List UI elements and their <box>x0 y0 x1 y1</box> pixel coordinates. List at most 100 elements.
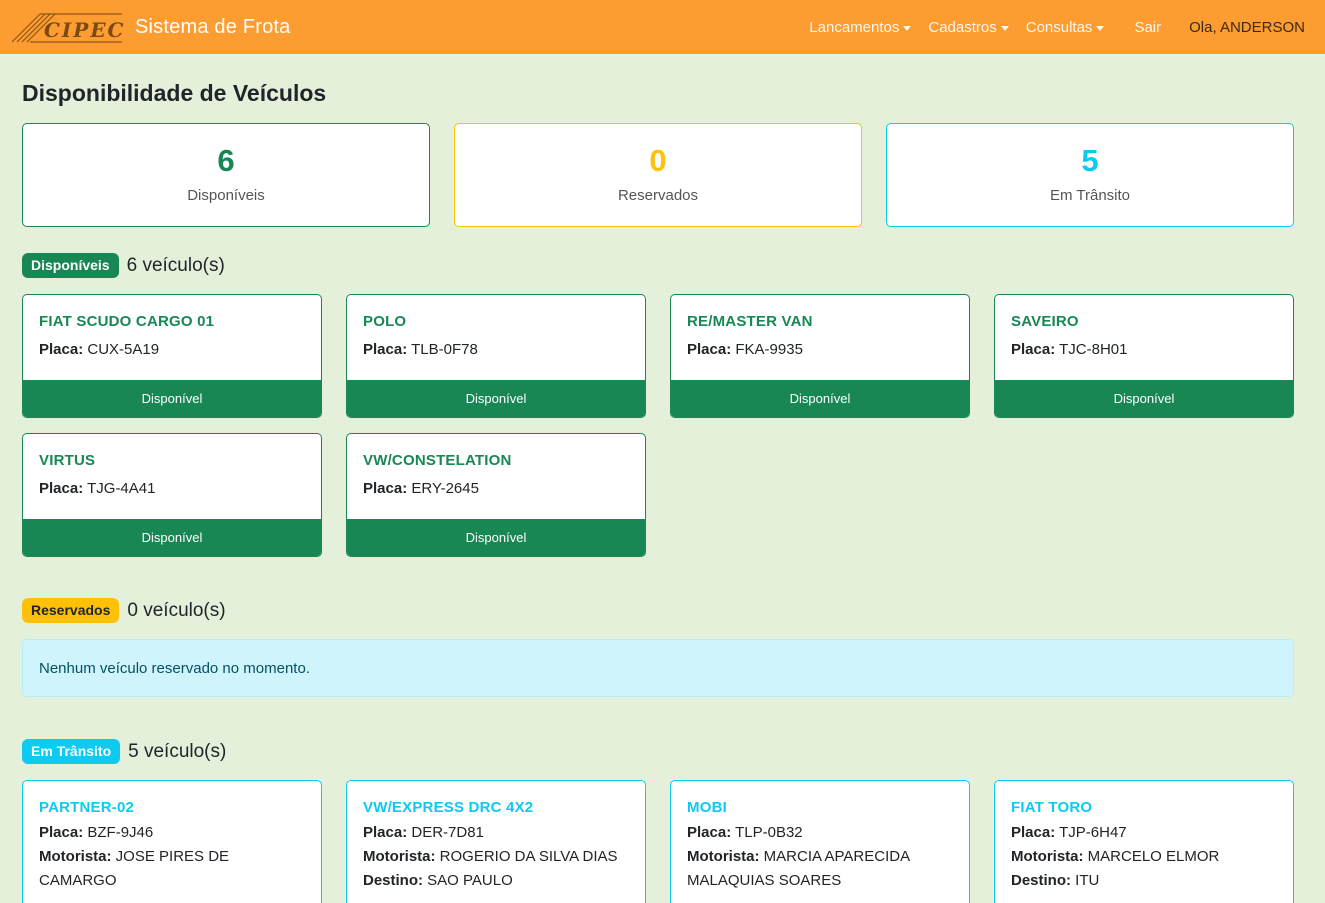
plate-value: TJG-4A41 <box>87 480 156 497</box>
stat-card-reserved: 0 Reservados <box>454 123 862 227</box>
vehicle-name: PARTNER-02 <box>39 799 135 816</box>
status-badge: Reservados <box>22 598 120 623</box>
status-footer: Disponível <box>995 380 1293 417</box>
vehicle-plate: Placa: TJC-8H01 <box>1011 341 1277 358</box>
stat-value: 5 <box>1081 143 1099 178</box>
vehicle-name: FIAT TORO <box>1011 799 1093 816</box>
vehicle-name: VIRTUS <box>39 452 96 469</box>
stat-label: Reservados <box>617 187 699 204</box>
vehicle-name: VW/CONSTELATION <box>363 452 512 469</box>
top-navbar: CIPEC Sistema de Frota Lancamentos Cadas… <box>0 0 1325 54</box>
destination-label: Destino: <box>1011 872 1071 889</box>
plate-value: FKA-9935 <box>735 341 803 358</box>
vehicle-name: SAVEIRO <box>1011 313 1079 330</box>
menu-consultas[interactable]: Consultas <box>1026 19 1105 36</box>
stat-card-transit: 5 Em Trânsito <box>886 123 1294 227</box>
vehicle-card[interactable]: FIAT SCUDO CARGO 01 Placa: CUX-5A19 Disp… <box>22 294 322 418</box>
chevron-down-icon <box>1096 25 1105 31</box>
plate-label: Placa: <box>1011 341 1056 358</box>
plate-label: Placa: <box>687 341 732 358</box>
vehicle-driver: Motorista: JOSE PIRES DE CAMARGO <box>39 845 305 893</box>
section-header-transit: Em Trânsito 5 veículo(s) <box>22 739 226 764</box>
plate-label: Placa: <box>363 480 408 497</box>
vehicle-plate: Placa: DER-7D81 <box>363 821 629 845</box>
vehicle-destination: Destino: ITU <box>1011 869 1277 893</box>
plate-label: Placa: <box>1011 824 1056 841</box>
status-footer: Disponível <box>347 519 645 556</box>
vehicle-driver: Motorista: MARCIA APARECIDA MALAQUIAS SO… <box>687 845 953 893</box>
menu-consultas-label: Consultas <box>1025 18 1093 36</box>
driver-value: ROGERIO DA SILVA DIAS <box>439 848 618 865</box>
stat-value: 0 <box>649 143 667 178</box>
vehicle-destination: Destino: SAO PAULO <box>363 869 629 893</box>
vehicle-name: POLO <box>363 313 407 330</box>
vehicle-card[interactable]: VIRTUS Placa: TJG-4A41 Disponível <box>22 433 322 557</box>
transit-vehicle-card[interactable]: MOBI Placa: TLP-0B32 Motorista: MARCIA A… <box>670 780 970 903</box>
vehicle-name: RE/MASTER VAN <box>687 313 813 330</box>
plate-label: Placa: <box>39 824 84 841</box>
vehicle-name: FIAT SCUDO CARGO 01 <box>39 313 215 330</box>
empty-reserved-alert: Nenhum veículo reservado no momento. <box>22 639 1294 697</box>
vehicle-card[interactable]: RE/MASTER VAN Placa: FKA-9935 Disponível <box>670 294 970 418</box>
vehicle-card[interactable]: VW/CONSTELATION Placa: ERY-2645 Disponív… <box>346 433 646 557</box>
plate-value: BZF-9J46 <box>87 824 154 841</box>
vehicle-count: 0 veículo(s) <box>127 599 226 621</box>
plate-value: ERY-2645 <box>411 480 479 497</box>
svg-text:CIPEC: CIPEC <box>44 18 125 42</box>
vehicle-driver: Motorista: MARCELO ELMOR <box>1011 845 1277 869</box>
vehicle-plate: Placa: TLB-0F78 <box>363 341 629 358</box>
menu-cadastros[interactable]: Cadastros <box>928 18 1009 36</box>
stat-label: Em Trânsito <box>1049 187 1131 204</box>
vehicle-name: MOBI <box>687 799 727 816</box>
destination-label: Destino: <box>363 872 423 889</box>
plate-value: TJP-6H47 <box>1059 824 1127 841</box>
section-header-available: Disponíveis 6 veículo(s) <box>22 253 225 278</box>
menu-cadastros-label: Cadastros <box>928 18 997 36</box>
destination-value: ITU <box>1075 872 1100 889</box>
status-footer: Disponível <box>347 380 645 417</box>
transit-vehicle-card[interactable]: FIAT TORO Placa: TJP-6H47 Motorista: MAR… <box>994 780 1294 903</box>
vehicle-card[interactable]: SAVEIRO Placa: TJC-8H01 Disponível <box>994 294 1294 418</box>
chevron-down-icon <box>903 25 912 31</box>
vehicle-name: VW/EXPRESS DRC 4X2 <box>363 799 534 816</box>
plate-label: Placa: <box>363 341 408 358</box>
vehicle-plate: Placa: TJG-4A41 <box>39 480 305 497</box>
vehicle-count: 6 veículo(s) <box>126 254 225 276</box>
stat-card-available: 6 Disponíveis <box>22 123 430 227</box>
logout-link[interactable]: Sair <box>1134 19 1161 36</box>
vehicle-driver: Motorista: ROGERIO DA SILVA DIAS <box>363 845 629 869</box>
vehicle-plate: Placa: TJP-6H47 <box>1011 821 1277 845</box>
destination-value: SAO PAULO <box>427 872 513 889</box>
transit-vehicle-card[interactable]: PARTNER-02 Placa: BZF-9J46 Motorista: JO… <box>22 780 322 903</box>
driver-label: Motorista: <box>39 848 112 865</box>
menu-lancamentos[interactable]: Lancamentos <box>809 18 912 36</box>
vehicle-plate: Placa: BZF-9J46 <box>39 821 305 845</box>
cipec-logo: CIPEC <box>11 13 125 43</box>
plate-value: CUX-5A19 <box>87 341 160 358</box>
status-footer: Disponível <box>23 519 321 556</box>
section-header-reserved: Reservados 0 veículo(s) <box>22 598 226 623</box>
page-title: Disponibilidade de Veículos <box>22 80 327 106</box>
plate-value: DER-7D81 <box>411 824 484 841</box>
plate-value: TLB-0F78 <box>411 341 478 358</box>
driver-label: Motorista: <box>1011 848 1084 865</box>
plate-value: TJC-8H01 <box>1059 341 1128 358</box>
user-greeting[interactable]: Ola, ANDERSON <box>1189 19 1305 36</box>
vehicle-plate: Placa: CUX-5A19 <box>39 341 305 358</box>
plate-value: TLP-0B32 <box>735 824 803 841</box>
driver-label: Motorista: <box>687 848 760 865</box>
vehicle-plate: Placa: FKA-9935 <box>687 341 953 358</box>
menu-lancamentos-label: Lancamentos <box>809 18 900 36</box>
vehicle-count: 5 veículo(s) <box>128 740 227 762</box>
status-badge: Disponíveis <box>22 253 119 278</box>
chevron-down-icon <box>1000 25 1009 31</box>
plate-label: Placa: <box>39 480 84 497</box>
driver-label: Motorista: <box>363 848 436 865</box>
brand[interactable]: CIPEC Sistema de Frota <box>10 10 291 44</box>
plate-label: Placa: <box>363 824 408 841</box>
vehicle-card[interactable]: POLO Placa: TLB-0F78 Disponível <box>346 294 646 418</box>
vehicle-plate: Placa: TLP-0B32 <box>687 821 953 845</box>
transit-vehicle-card[interactable]: VW/EXPRESS DRC 4X2 Placa: DER-7D81 Motor… <box>346 780 646 903</box>
stat-value: 6 <box>217 143 235 178</box>
plate-label: Placa: <box>687 824 732 841</box>
